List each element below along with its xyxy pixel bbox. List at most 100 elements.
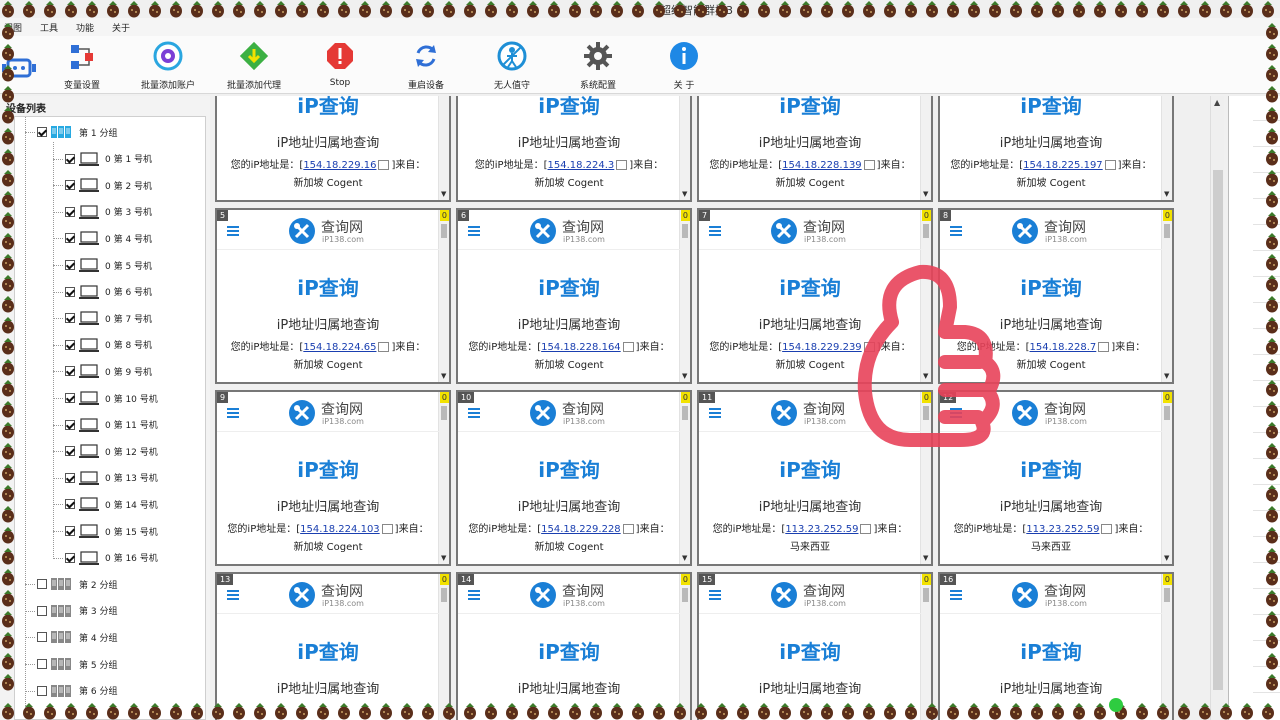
- device-checkbox[interactable]: [65, 180, 75, 191]
- cell-scrollbar[interactable]: ▼: [438, 392, 449, 564]
- device-checkbox[interactable]: [65, 472, 75, 483]
- device-screen-9[interactable]: 9 ▼ 0 查询网 iP138.com iP查询 iP地址归属地查询 您的iP地址是：[154…: [215, 390, 451, 566]
- device-checkbox[interactable]: [65, 366, 75, 377]
- group-checkbox[interactable]: [37, 685, 47, 696]
- device-checkbox[interactable]: [65, 393, 75, 403]
- cell-scrollbar[interactable]: ▼: [438, 210, 449, 382]
- tree-group-3[interactable]: 第 3 分组: [37, 602, 117, 620]
- tree-device-7[interactable]: 0 第 7 号机: [65, 309, 152, 327]
- hamburger-menu-icon[interactable]: [709, 226, 721, 236]
- device-checkbox[interactable]: [65, 499, 75, 510]
- device-checkbox[interactable]: [65, 446, 75, 457]
- unattended-button[interactable]: 无人值守: [470, 40, 554, 91]
- group-checkbox[interactable]: [37, 605, 47, 616]
- cell-scrollbar[interactable]: ▼: [920, 96, 931, 200]
- tree-group-1[interactable]: 第 1 分组: [37, 123, 117, 141]
- tree-device-12[interactable]: 0 第 12 号机: [65, 442, 158, 460]
- grid-scrollbar[interactable]: ▲: [1210, 96, 1224, 720]
- restart-button[interactable]: 重启设备: [384, 40, 468, 91]
- ip-address-link[interactable]: 113.23.252.59: [785, 524, 858, 535]
- tree-device-2[interactable]: 0 第 2 号机: [65, 176, 152, 194]
- device-screen-13[interactable]: 13▼0查询网iP138.comiP查询iP地址归属地查询: [215, 572, 451, 720]
- variable-settings-button[interactable]: 变量设置: [40, 40, 124, 91]
- cell-scrollbar[interactable]: ▼: [1161, 210, 1172, 382]
- ip-address-link[interactable]: 154.18.228.164: [541, 342, 621, 353]
- group-checkbox[interactable]: [37, 579, 47, 590]
- ip-address-link[interactable]: 154.18.225.197: [1023, 160, 1103, 171]
- device-checkbox[interactable]: [65, 286, 75, 297]
- group-checkbox[interactable]: [37, 127, 47, 137]
- scroll-down-icon[interactable]: ▼: [682, 372, 687, 380]
- ip-address-link[interactable]: 154.18.228.7: [1030, 342, 1097, 353]
- hamburger-menu-icon[interactable]: [227, 590, 239, 600]
- hamburger-menu-icon[interactable]: [950, 226, 962, 236]
- device-screen-15[interactable]: 15▼0查询网iP138.comiP查询iP地址归属地查询: [697, 572, 933, 720]
- device-checkbox[interactable]: [65, 526, 75, 536]
- tree-device-1[interactable]: 0 第 1 号机: [65, 150, 152, 168]
- cell-scrollbar[interactable]: ▼: [679, 392, 690, 564]
- tree-device-5[interactable]: 0 第 5 号机: [65, 256, 152, 274]
- add-accounts-button[interactable]: 批量添加账户: [126, 40, 210, 91]
- ip-address-link[interactable]: 154.18.224.3: [548, 160, 615, 171]
- ip-address-link[interactable]: 154.18.224.103: [300, 524, 380, 535]
- cell-scroll-thumb[interactable]: [1164, 406, 1170, 420]
- scroll-down-icon[interactable]: ▼: [682, 190, 687, 198]
- cell-scroll-thumb[interactable]: [441, 406, 447, 420]
- tree-device-8[interactable]: 0 第 8 号机: [65, 336, 152, 354]
- ip-address-link[interactable]: 154.18.224.65: [303, 342, 376, 353]
- scroll-down-icon[interactable]: ▼: [441, 372, 446, 380]
- scroll-down-icon[interactable]: ▼: [1164, 554, 1169, 562]
- menu-item[interactable]: 关于: [112, 21, 130, 34]
- cell-scrollbar[interactable]: ▼: [679, 210, 690, 382]
- scroll-down-icon[interactable]: ▼: [923, 554, 928, 562]
- hamburger-menu-icon[interactable]: [468, 226, 480, 236]
- cell-scrollbar[interactable]: ▼: [1161, 392, 1172, 564]
- device-checkbox[interactable]: [65, 552, 75, 563]
- ip-address-link[interactable]: 113.23.252.59: [1026, 524, 1099, 535]
- hamburger-menu-icon[interactable]: [468, 408, 480, 418]
- cell-scrollbar[interactable]: ▼: [1161, 96, 1172, 200]
- device-checkbox[interactable]: [65, 206, 75, 217]
- ip-address-link[interactable]: 154.18.229.228: [541, 524, 621, 535]
- group-checkbox[interactable]: [37, 632, 47, 643]
- cell-scrollbar[interactable]: ▼: [679, 574, 690, 720]
- device-checkbox[interactable]: [65, 339, 75, 350]
- cell-scroll-thumb[interactable]: [441, 588, 447, 602]
- about-button[interactable]: 关 于: [642, 40, 726, 91]
- stop-button[interactable]: Stop: [298, 40, 382, 88]
- menu-item[interactable]: 功能: [76, 21, 94, 34]
- device-screen-3[interactable]: 3▼0查询网iP138.comiP查询iP地址归属地查询您的iP地址是：[154…: [697, 96, 933, 202]
- cell-scroll-thumb[interactable]: [1164, 224, 1170, 238]
- hamburger-menu-icon[interactable]: [950, 590, 962, 600]
- tree-device-14[interactable]: 0 第 14 号机: [65, 495, 158, 513]
- device-screen-14[interactable]: 14▼0查询网iP138.comiP查询iP地址归属地查询: [456, 572, 692, 720]
- cell-scroll-thumb[interactable]: [682, 588, 688, 602]
- menu-item[interactable]: 工具: [40, 21, 58, 34]
- device-screen-1[interactable]: 1▼0查询网iP138.comiP查询iP地址归属地查询您的iP地址是：[154…: [215, 96, 451, 202]
- scroll-up-icon[interactable]: ▲: [1214, 98, 1220, 107]
- cell-scrollbar[interactable]: ▼: [679, 96, 690, 200]
- add-proxy-button[interactable]: 批量添加代理: [212, 40, 296, 91]
- device-screen-10[interactable]: 10 ▼ 0 查询网 iP138.com iP查询 iP地址归属地查询 您的iP地址是：[15…: [456, 390, 692, 566]
- device-checkbox[interactable]: [65, 233, 75, 244]
- tree-device-6[interactable]: 0 第 6 号机: [65, 283, 152, 301]
- tree-group-2[interactable]: 第 2 分组: [37, 575, 117, 593]
- tree-group-4[interactable]: 第 4 分组: [37, 628, 117, 646]
- tree-device-11[interactable]: 0 第 11 号机: [65, 416, 158, 434]
- device-screen-2[interactable]: 2▼0查询网iP138.comiP查询iP地址归属地查询您的iP地址是：[154…: [456, 96, 692, 202]
- system-config-button[interactable]: 系统配置: [556, 40, 640, 91]
- tree-device-13[interactable]: 0 第 13 号机: [65, 469, 158, 487]
- scroll-down-icon[interactable]: ▼: [682, 554, 687, 562]
- cell-scrollbar[interactable]: ▼: [1161, 574, 1172, 720]
- device-checkbox[interactable]: [65, 419, 75, 430]
- ip-address-link[interactable]: 154.18.229.16: [303, 160, 376, 171]
- device-screen-5[interactable]: 5 ▼ 0 查询网 iP138.com iP查询 iP地址归属地查询 您的iP地址是：[154…: [215, 208, 451, 384]
- device-checkbox[interactable]: [65, 260, 75, 270]
- cell-scrollbar[interactable]: ▼: [920, 574, 931, 720]
- device-checkbox[interactable]: [65, 153, 75, 164]
- tree-device-15[interactable]: 0 第 15 号机: [65, 522, 158, 540]
- cell-scroll-thumb[interactable]: [441, 224, 447, 238]
- device-checkbox[interactable]: [65, 313, 75, 324]
- scroll-down-icon[interactable]: ▼: [1164, 190, 1169, 198]
- tree-group-6[interactable]: 第 6 分组: [37, 682, 117, 700]
